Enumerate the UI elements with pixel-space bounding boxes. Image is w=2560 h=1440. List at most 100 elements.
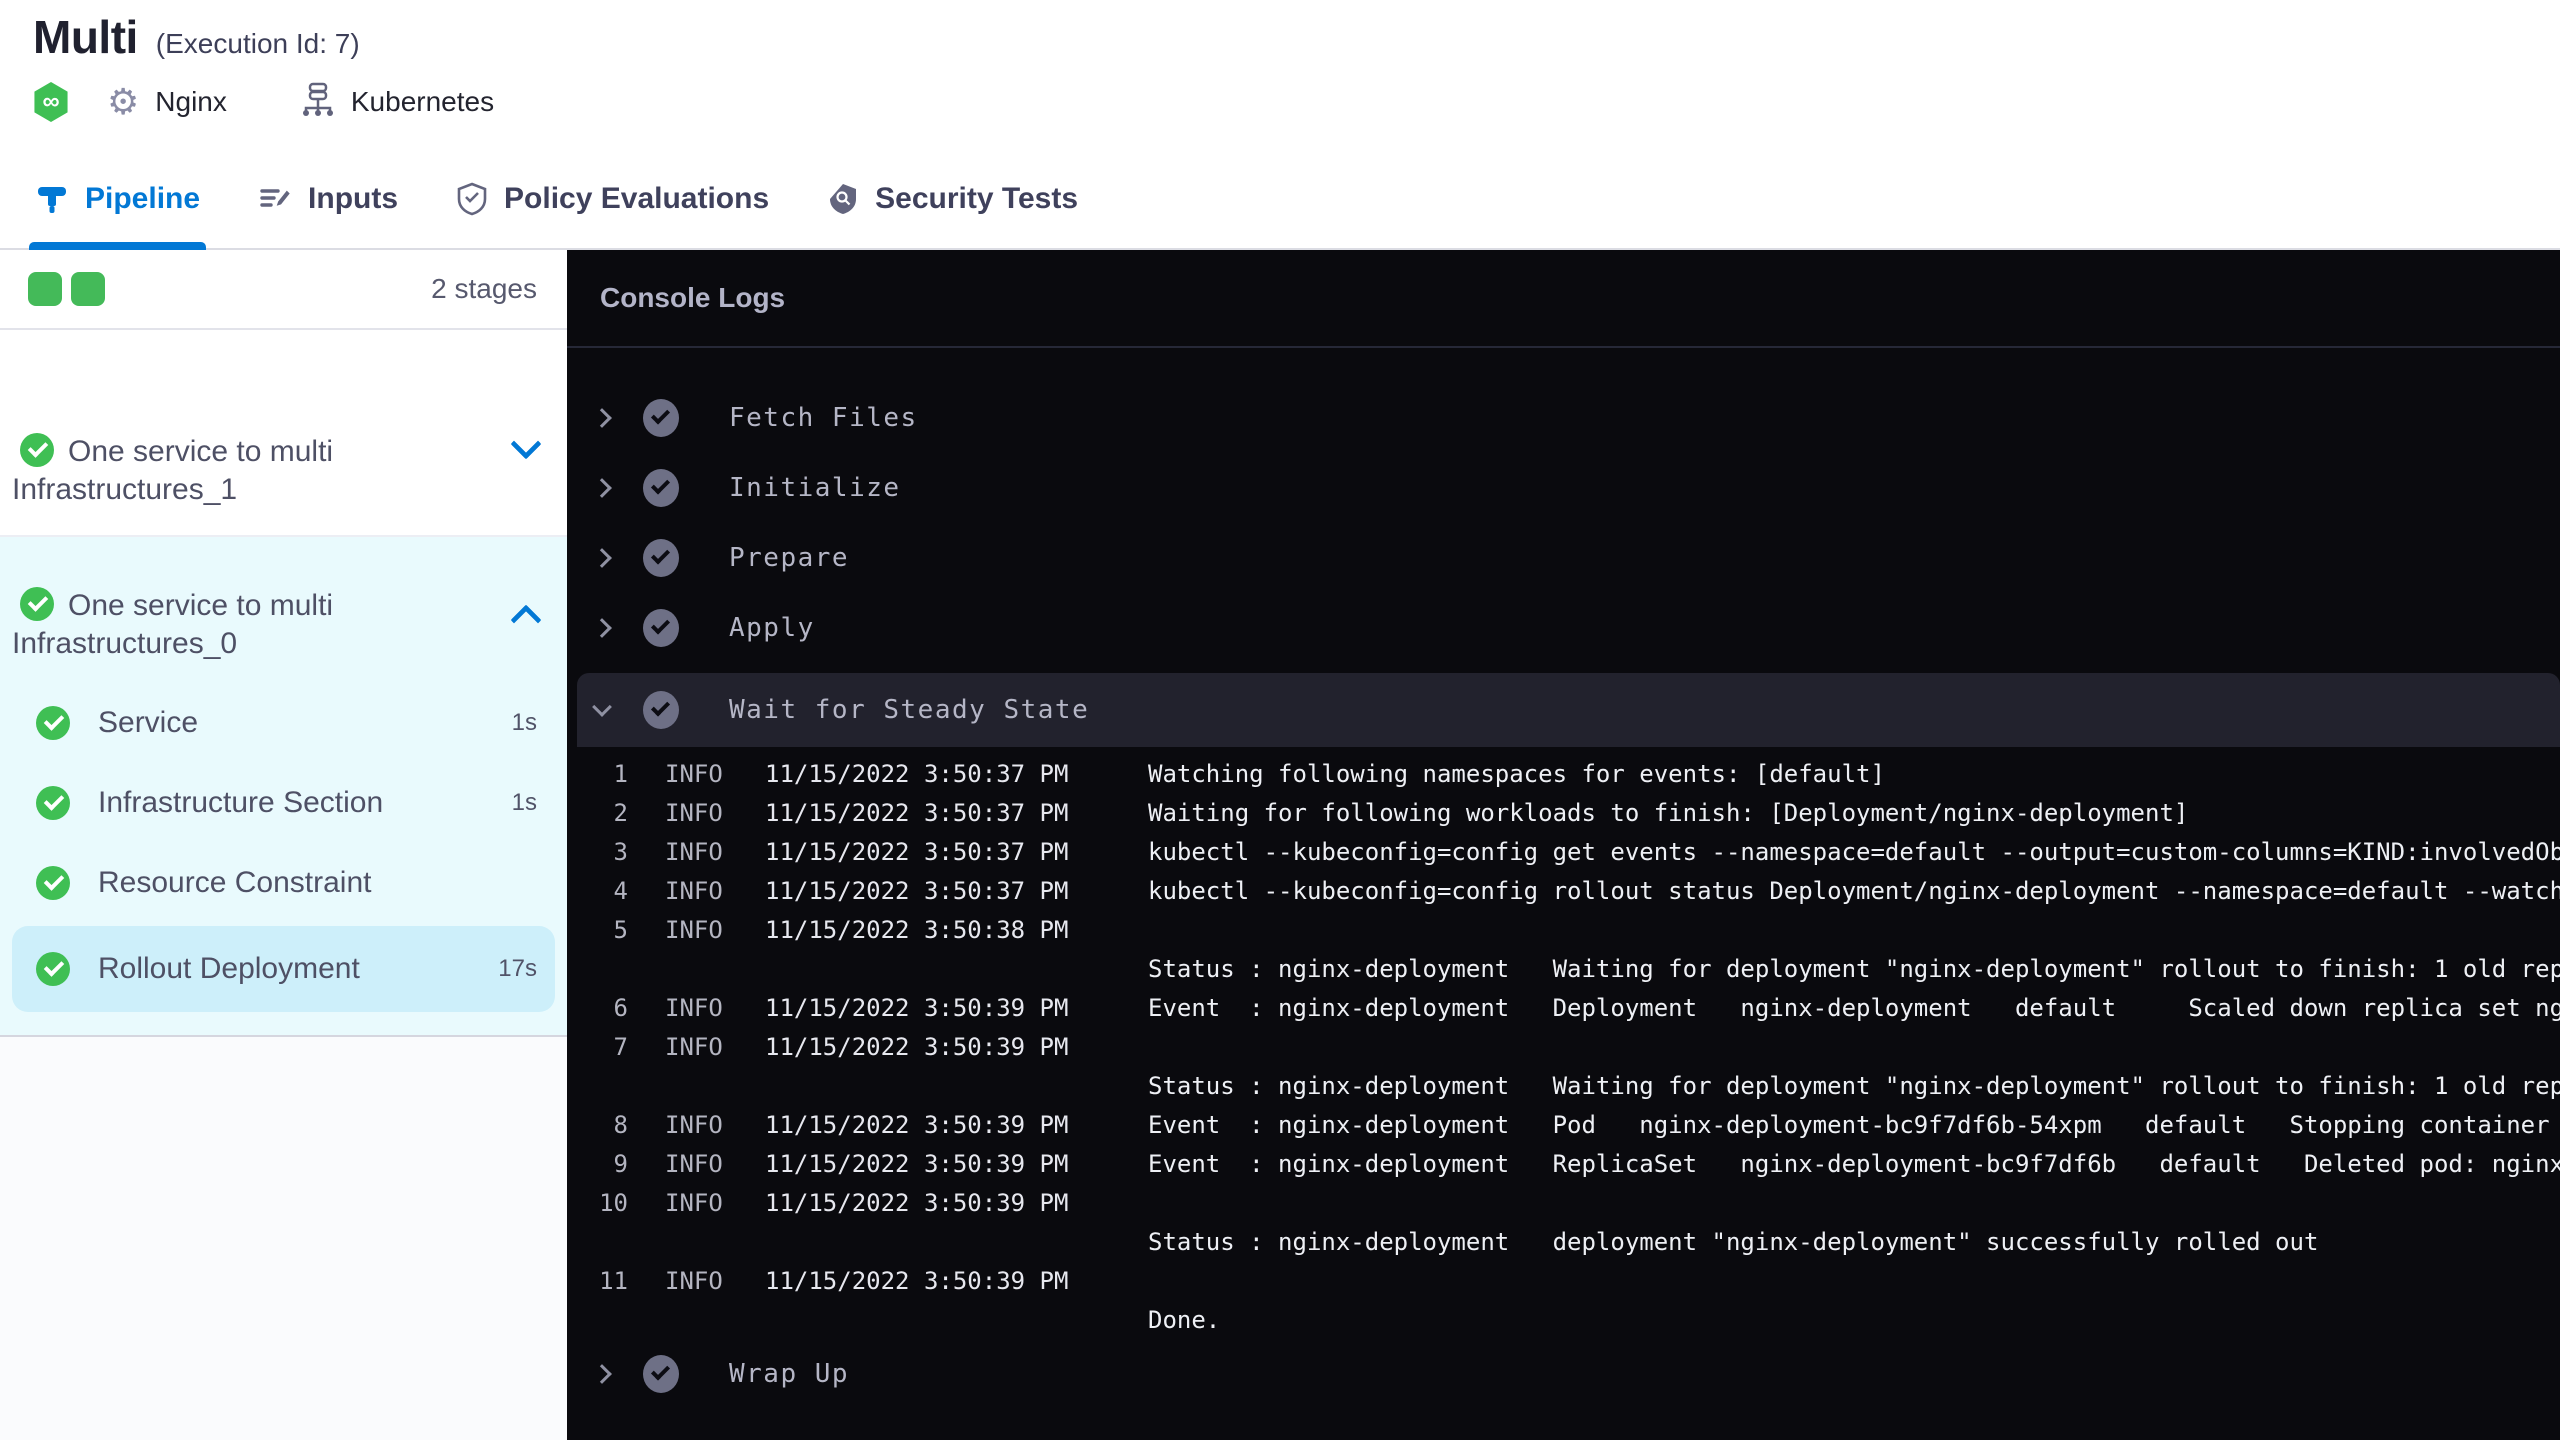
log-line-number: 2 (613, 798, 628, 827)
stage-card: One service to multi Infrastructures_1 (0, 330, 567, 537)
log-line-number: 7 (613, 1032, 628, 1061)
log-message: kubectl --kubeconfig=config rollout stat… (1148, 876, 2560, 905)
execution-header: Multi (Execution Id: 7) ∞ ⚙ Nginx Kubern… (0, 0, 2560, 150)
log-line-number: 5 (613, 915, 628, 944)
step-infrastructure-section[interactable]: Infrastructure Section 1s (0, 763, 567, 843)
chevron-down-icon[interactable] (510, 428, 542, 460)
pipeline-icon (35, 182, 69, 216)
console-body: Fetch Files Initialize Prepare Apply Wait fo… (567, 348, 2560, 1440)
tab-security-tests[interactable]: Security Tests (827, 150, 1078, 248)
log-level: INFO (665, 993, 723, 1022)
log-message: Status : nginx-deployment Waiting for de… (1148, 954, 2560, 983)
step-resource-constraint[interactable]: Resource Constraint (0, 843, 567, 923)
log-section-wrap-up[interactable]: Wrap Up (567, 1339, 2560, 1409)
log-line: 7 INFO 11/15/2022 3:50:39 PM (567, 1027, 2560, 1066)
log-section-initialize[interactable]: Initialize (567, 453, 2560, 523)
step-success-badge-icon (643, 691, 679, 729)
execution-id-label: (Execution Id: 7) (155, 28, 360, 59)
chevron-right-icon[interactable] (592, 1364, 612, 1384)
execution-tabbar: Pipeline Inputs Policy Evaluations Security… (0, 150, 2560, 250)
log-section-apply[interactable]: Apply (567, 593, 2560, 663)
step-duration: 1s (511, 709, 537, 736)
section-label: Wrap Up (729, 1359, 850, 1389)
log-line: 5 INFO 11/15/2022 3:50:38 PM (567, 910, 2560, 949)
stage-name[interactable]: One service to multi Infrastructures_0 (12, 587, 404, 663)
step-service[interactable]: Service 1s (0, 683, 567, 763)
section-label: Prepare (729, 543, 850, 573)
log-message: Event : nginx-deployment ReplicaSet ngin… (1148, 1149, 2560, 1178)
log-level: INFO (665, 1149, 723, 1178)
success-check-icon (36, 786, 70, 820)
console-header: Console Logs (567, 250, 2560, 348)
log-level: INFO (665, 837, 723, 866)
inputs-icon (258, 182, 292, 216)
log-line-number: 3 (613, 837, 628, 866)
log-line-number: 6 (613, 993, 628, 1022)
console-panel: Console Logs Fetch Files Initialize Prepar… (567, 250, 2560, 1440)
stages-summary-bar: 2 stages (0, 250, 567, 330)
console-title: Console Logs (600, 282, 786, 313)
success-check-icon (20, 587, 54, 621)
log-timestamp: 11/15/2022 3:50:39 PM (765, 1266, 1069, 1295)
stage-header[interactable]: One service to multi Infrastructures_0 (0, 587, 567, 663)
tab-policy-evaluations[interactable]: Policy Evaluations (456, 150, 769, 248)
log-timestamp: 11/15/2022 3:50:38 PM (765, 915, 1069, 944)
chevron-right-icon[interactable] (592, 618, 612, 638)
log-section-wait-for-steady-state[interactable]: Wait for Steady State (577, 673, 2560, 747)
step-success-badge-icon (643, 1355, 679, 1393)
step-success-badge-icon (643, 609, 679, 647)
kubernetes-infrastructure-icon (301, 82, 335, 123)
section-label: Wait for Steady State (729, 695, 1090, 725)
log-line-number: 11 (599, 1266, 628, 1295)
log-section-prepare[interactable]: Prepare (567, 523, 2560, 593)
chevron-up-icon[interactable] (510, 604, 542, 636)
step-success-badge-icon (643, 469, 679, 507)
section-label: Fetch Files (729, 403, 918, 433)
chevron-right-icon[interactable] (592, 548, 612, 568)
log-message: Status : nginx-deployment Waiting for de… (1148, 1071, 2560, 1100)
chevron-right-icon[interactable] (592, 408, 612, 428)
log-line: 3 INFO 11/15/2022 3:50:37 PM kubectl --kube… (567, 832, 2560, 871)
title-row: Multi (Execution Id: 7) (33, 10, 2560, 64)
page-title: Multi (33, 11, 138, 63)
log-timestamp: 11/15/2022 3:50:39 PM (765, 1188, 1069, 1217)
log-message: Event : nginx-deployment Pod nginx-deplo… (1148, 1110, 2560, 1139)
log-level: INFO (665, 915, 723, 944)
step-list: Service 1s Infrastructure Section 1s Resourc… (0, 683, 567, 1012)
step-rollout-deployment[interactable]: Rollout Deployment 17s (12, 926, 555, 1012)
stage-name[interactable]: One service to multi Infrastructures_1 (12, 433, 404, 509)
log-timestamp: 11/15/2022 3:50:37 PM (765, 876, 1069, 905)
log-line: 2 INFO 11/15/2022 3:50:37 PM Waiting for fo… (567, 793, 2560, 832)
success-check-icon (20, 433, 54, 467)
stage-status-squares (28, 272, 105, 306)
tab-pipeline[interactable]: Pipeline (28, 150, 207, 250)
log-line: 6 INFO 11/15/2022 3:50:39 PM Event : nginx-… (567, 988, 2560, 1027)
tab-inputs[interactable]: Inputs (258, 150, 398, 248)
log-message: Waiting for following workloads to finis… (1148, 798, 2189, 827)
stages-sidebar: 2 stages One service to multi Infrastruc… (0, 250, 567, 1440)
success-check-icon (36, 866, 70, 900)
log-message: Status : nginx-deployment deployment "ng… (1148, 1227, 2319, 1256)
step-label: Infrastructure Section (98, 786, 384, 819)
log-line-continuation: Status : nginx-deployment Waiting for de… (567, 1066, 2560, 1105)
step-duration: 17s (498, 955, 537, 982)
step-duration: 1s (511, 789, 537, 816)
stage-status-square[interactable] (28, 272, 62, 306)
log-section-fetch-files[interactable]: Fetch Files (567, 383, 2560, 453)
stage-status-square[interactable] (71, 272, 105, 306)
step-label: Rollout Deployment (98, 952, 360, 985)
log-line-number: 10 (599, 1188, 628, 1217)
log-message: Done. (1148, 1305, 1221, 1334)
log-timestamp: 11/15/2022 3:50:39 PM (765, 1110, 1069, 1139)
gear-icon: ⚙ (107, 81, 140, 122)
log-message: kubectl --kubeconfig=config get events -… (1148, 837, 2560, 866)
execution-content: 2 stages One service to multi Infrastruc… (0, 250, 2560, 1440)
success-check-icon (36, 952, 70, 986)
log-line: 10 INFO 11/15/2022 3:50:39 PM (567, 1183, 2560, 1222)
log-line-number: 8 (613, 1110, 628, 1139)
log-list: 1 INFO 11/15/2022 3:50:37 PM Watching follo… (567, 747, 2560, 1339)
section-label: Apply (729, 613, 815, 643)
chevron-down-icon[interactable] (592, 697, 612, 717)
chevron-right-icon[interactable] (592, 478, 612, 498)
pipeline-execution-page: Multi (Execution Id: 7) ∞ ⚙ Nginx Kubern… (0, 0, 2560, 1440)
